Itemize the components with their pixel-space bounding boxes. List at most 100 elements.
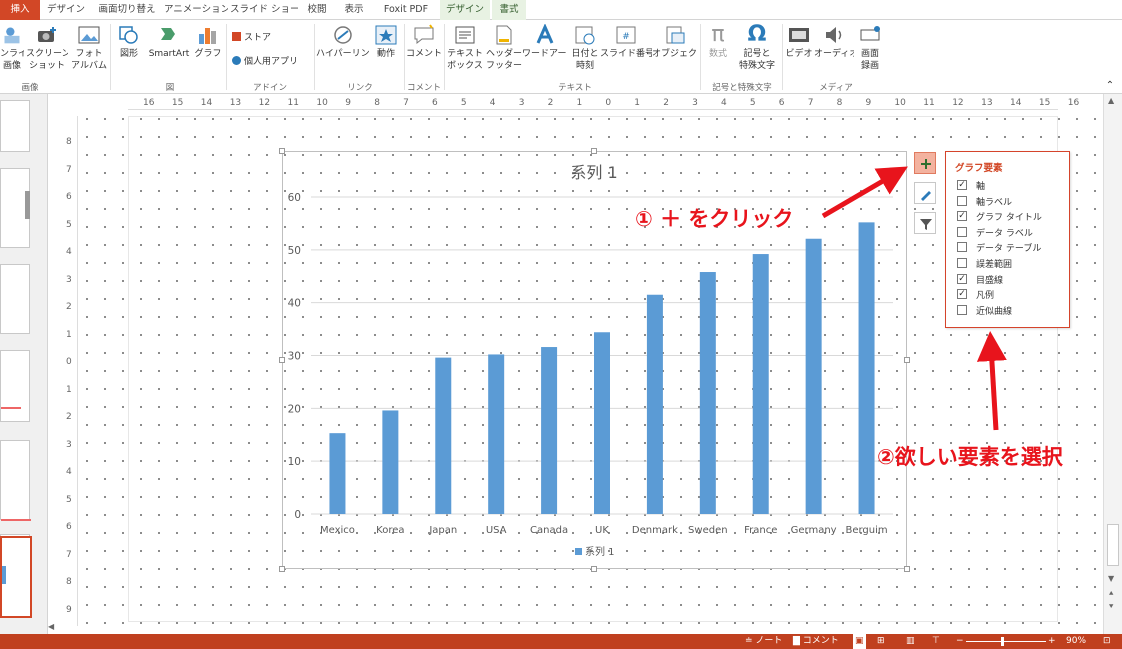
chart-styles-button[interactable] bbox=[914, 182, 936, 204]
ruler-tick-label: 7 bbox=[403, 98, 409, 108]
checkbox[interactable] bbox=[957, 195, 967, 206]
chart-element-label: 軸ラベル bbox=[976, 197, 1013, 208]
scroll-down-icon[interactable]: ▼ bbox=[1108, 574, 1114, 583]
screen-recording-button[interactable]: 画面 録画 bbox=[854, 24, 886, 72]
ruler-tick-label: 6 bbox=[432, 98, 438, 108]
ruler-tick-label: 11 bbox=[287, 98, 299, 108]
hyperlink-button[interactable]: ハイパーリンク bbox=[316, 24, 370, 60]
checkbox[interactable] bbox=[957, 304, 967, 315]
slide-thumbnail[interactable] bbox=[0, 264, 30, 334]
vertical-scrollbar[interactable]: ▲ ▼ ⯅ ⯆ bbox=[1103, 94, 1122, 634]
slide-number-button[interactable]: # スライド番号 bbox=[600, 24, 652, 60]
prev-slide-icon[interactable]: ⯅ bbox=[1108, 589, 1114, 599]
equation-button[interactable]: π 数式 bbox=[702, 24, 734, 60]
chart-elements-button[interactable] bbox=[914, 152, 936, 174]
zoom-slider[interactable] bbox=[966, 641, 1046, 642]
store-icon bbox=[232, 32, 241, 41]
resize-handle[interactable] bbox=[279, 566, 285, 572]
screen-recording-label: 画面 録画 bbox=[860, 49, 879, 71]
normal-view-icon[interactable]: ▣ bbox=[853, 634, 866, 649]
datetime-button[interactable]: 日付と 時刻 bbox=[570, 24, 600, 72]
ruler-tick-label: 8 bbox=[374, 98, 380, 108]
tab[interactable]: スライド ショー bbox=[230, 0, 298, 20]
smartart-button[interactable]: SmartArt bbox=[146, 24, 192, 60]
checkbox[interactable]: ✓ bbox=[957, 180, 967, 190]
checkbox[interactable] bbox=[957, 242, 967, 253]
audio-button[interactable]: オーディオ bbox=[814, 24, 854, 60]
ruler-tick-label: 2 bbox=[66, 412, 72, 422]
ruler-tick-label: 3 bbox=[66, 274, 72, 285]
fit-to-window-icon[interactable]: ⊡ bbox=[1103, 634, 1111, 649]
tab[interactable]: 校閲 bbox=[300, 0, 334, 20]
resize-handle[interactable] bbox=[279, 148, 285, 154]
chart-elements-popup[interactable]: グラフ要素 ✓ 軸軸ラベル ✓ グラフ タイトル データ ラベル データ テーブル 誤差範囲… bbox=[945, 151, 1070, 328]
apps-icon bbox=[232, 56, 241, 65]
resize-handle[interactable] bbox=[591, 566, 597, 572]
slideshow-icon[interactable]: ⊤ bbox=[932, 634, 940, 649]
slide-thumbnail[interactable] bbox=[0, 168, 30, 248]
wordart-button[interactable]: ワードアート bbox=[522, 24, 568, 60]
checkbox[interactable]: ✓ bbox=[957, 289, 967, 300]
shapes-button[interactable]: 図形 bbox=[112, 24, 146, 60]
ruler-tick-label: 2 bbox=[66, 302, 72, 312]
screenshot-button[interactable]: スクリーン ショット bbox=[26, 24, 68, 72]
header-footer-button[interactable]: ヘッダーと フッター bbox=[486, 24, 522, 72]
zoom-slider-thumb[interactable] bbox=[1001, 637, 1004, 646]
scroll-up-icon[interactable]: ▲ bbox=[1108, 96, 1114, 105]
horizontal-scroll-left-icon[interactable]: ◀ bbox=[48, 622, 58, 634]
checkbox[interactable] bbox=[957, 226, 967, 237]
resize-handle[interactable] bbox=[279, 357, 285, 363]
chart-filter-button[interactable] bbox=[914, 212, 936, 234]
my-apps-button[interactable]: 個人用アプリ bbox=[232, 56, 312, 68]
slide-thumbnail[interactable] bbox=[0, 350, 30, 422]
tab[interactable]: 表示 bbox=[336, 0, 372, 20]
object-button[interactable]: オブジェクト bbox=[652, 24, 698, 60]
ruler-tick-label: 13 bbox=[981, 98, 993, 108]
svg-text:#: # bbox=[622, 32, 630, 42]
notes-button[interactable]: ≐ ノート bbox=[745, 634, 782, 649]
scroll-thumb[interactable] bbox=[1107, 524, 1119, 566]
symbol-button[interactable]: Ω 記号と 特殊文字 bbox=[734, 24, 780, 72]
online-image-button[interactable]: ンライン 画像 bbox=[0, 24, 24, 72]
ruler-tick-label: 1 bbox=[66, 384, 72, 395]
ruler-tick-label: 2 bbox=[547, 98, 554, 108]
resize-handle[interactable] bbox=[904, 357, 910, 363]
symbol-label: 記号と 特殊文字 bbox=[738, 49, 775, 71]
tab[interactable]: 画面切り替え bbox=[92, 0, 162, 20]
next-slide-icon[interactable]: ⯆ bbox=[1108, 602, 1114, 612]
chart-frame[interactable] bbox=[282, 151, 907, 569]
slide-thumbnail[interactable] bbox=[0, 440, 31, 521]
zoom-level[interactable]: 90% bbox=[1066, 634, 1086, 649]
photo-album-button[interactable]: フォト アルバム bbox=[70, 24, 108, 72]
resize-handle[interactable] bbox=[591, 148, 597, 154]
slide-thumbnail-selected[interactable] bbox=[0, 536, 32, 618]
checkbox[interactable]: ✓ bbox=[957, 211, 967, 222]
checkbox[interactable]: ✓ bbox=[957, 273, 967, 284]
textbox-button[interactable]: テキスト ボックス bbox=[446, 24, 484, 72]
tab[interactable]: デザイン bbox=[440, 0, 490, 20]
ruler-tick-label: 5 bbox=[66, 219, 72, 230]
reading-view-icon[interactable]: ▥ bbox=[906, 634, 915, 649]
slide-thumbnail[interactable] bbox=[0, 100, 30, 152]
resize-handle[interactable] bbox=[904, 566, 910, 572]
graph-button[interactable]: グラフ bbox=[193, 24, 223, 60]
slide-sorter-icon[interactable]: ⊞ bbox=[877, 634, 885, 649]
ribbon-collapse-button[interactable]: ⌃ bbox=[1103, 80, 1117, 92]
tab[interactable]: 書式 bbox=[492, 0, 526, 20]
zoom-in-icon[interactable]: + bbox=[1048, 634, 1056, 649]
zoom-out-icon[interactable]: − bbox=[956, 634, 964, 649]
slide-number-icon: # bbox=[616, 26, 636, 44]
tab[interactable]: デザイン bbox=[42, 0, 90, 20]
tab[interactable]: 挿入 bbox=[0, 0, 40, 20]
tab[interactable]: Foxit PDF bbox=[374, 0, 438, 20]
action-button[interactable]: 動作 bbox=[372, 24, 400, 60]
checkbox[interactable] bbox=[957, 258, 967, 268]
comments-button[interactable]: ▇ コメント bbox=[793, 634, 839, 649]
comment-button[interactable]: コメント bbox=[406, 24, 442, 60]
ruler-tick-label: 9 bbox=[865, 98, 872, 108]
header-footer-icon bbox=[496, 25, 512, 45]
tab[interactable]: アニメーション bbox=[164, 0, 228, 20]
object-icon bbox=[666, 26, 685, 44]
video-button[interactable]: ビデオ bbox=[784, 24, 814, 60]
store-button[interactable]: ストア bbox=[232, 32, 312, 44]
